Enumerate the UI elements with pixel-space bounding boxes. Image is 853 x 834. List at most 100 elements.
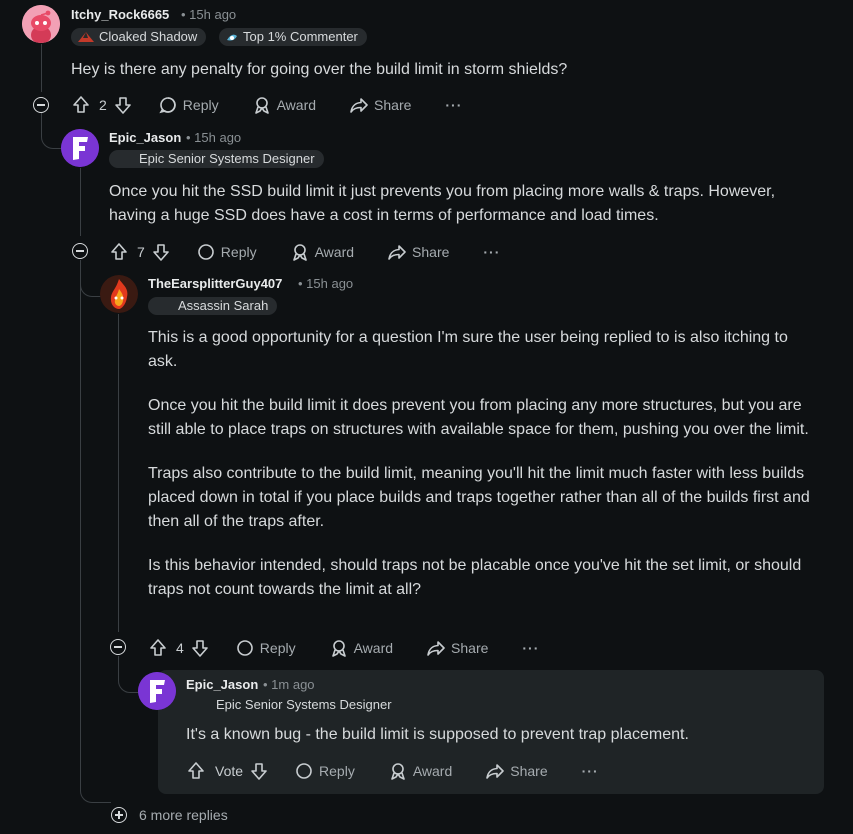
user-flair: Epic Senior Systems Designer xyxy=(109,150,324,168)
upvote-icon xyxy=(73,96,89,113)
more-replies-link[interactable]: 6 more replies xyxy=(139,807,228,823)
comment-timestamp[interactable]: • 15h ago xyxy=(186,130,241,145)
comment-timestamp[interactable]: • 15h ago xyxy=(298,276,353,291)
more-options-button[interactable]: ··· xyxy=(522,640,539,656)
thread-connector xyxy=(41,112,62,149)
share-button[interactable]: Share xyxy=(350,96,411,114)
vote-count: 7 xyxy=(137,244,145,260)
user-flair: Assassin Sarah xyxy=(148,297,278,315)
share-icon xyxy=(486,764,505,779)
reply-button[interactable]: Reply xyxy=(159,96,219,114)
award-button[interactable]: Award xyxy=(389,762,452,780)
award-icon xyxy=(391,763,405,780)
downvote-icon xyxy=(251,763,267,780)
reply-label: Reply xyxy=(220,244,257,260)
reply-icon xyxy=(236,640,253,656)
thread-line xyxy=(118,314,119,632)
badge-text: Top 1% Commenter xyxy=(243,29,358,44)
time-text: 15h ago xyxy=(306,276,354,291)
award-label: Award xyxy=(276,97,317,113)
reply-button[interactable]: Reply xyxy=(295,762,355,780)
time-text: 1m ago xyxy=(271,677,315,692)
hat-icon xyxy=(77,30,95,44)
comment-actions: 7 Reply Award Share ··· xyxy=(109,240,500,264)
vote-count: 2 xyxy=(99,97,107,113)
share-icon xyxy=(427,641,445,656)
reply-button[interactable]: Reply xyxy=(197,243,257,261)
downvote-button[interactable] xyxy=(151,242,171,262)
comment-author[interactable]: TheEarsplitterGuy407 xyxy=(148,276,282,291)
upvote-button[interactable] xyxy=(109,242,129,262)
vote-count: Vote xyxy=(215,763,244,779)
comment-actions: 2 Reply Award Share ··· xyxy=(71,93,462,117)
vote-count: 4 xyxy=(176,640,184,656)
downvote-button[interactable] xyxy=(113,95,133,115)
reply-label: Reply xyxy=(319,763,355,779)
downvote-icon xyxy=(152,244,169,261)
upvote-button[interactable] xyxy=(148,638,168,658)
avatar[interactable] xyxy=(100,275,138,313)
collapse-thread-button[interactable] xyxy=(72,243,88,259)
comment-timestamp[interactable]: • 1m ago xyxy=(263,677,315,692)
share-button[interactable]: Share xyxy=(486,762,548,780)
reply-icon xyxy=(197,244,214,260)
thread-line xyxy=(41,44,42,92)
comment-paragraph: It's a known bug - the build limit is su… xyxy=(186,726,689,743)
reply-button[interactable]: Reply xyxy=(236,639,296,657)
upvote-icon xyxy=(111,243,127,260)
share-label: Share xyxy=(412,244,450,260)
avatar[interactable] xyxy=(22,5,60,43)
share-icon xyxy=(350,98,368,113)
award-button[interactable]: Award xyxy=(330,639,393,657)
share-label: Share xyxy=(374,97,412,113)
collapse-thread-button[interactable] xyxy=(33,97,49,113)
fortnite-logo-icon xyxy=(138,672,176,710)
avatar[interactable] xyxy=(61,129,99,167)
time-text: 15h ago xyxy=(189,7,237,22)
downvote-icon xyxy=(114,97,131,114)
thread-connector xyxy=(80,780,111,803)
share-label: Share xyxy=(451,640,489,656)
comment-timestamp[interactable]: • 15h ago xyxy=(181,7,236,22)
comment-paragraph: Traps also contribute to the build limit… xyxy=(148,465,810,530)
upvote-button[interactable] xyxy=(186,761,206,781)
time-text: 15h ago xyxy=(194,130,242,145)
flair-text: Epic Senior Systems Designer xyxy=(139,151,315,166)
comment-body: Once you hit the SSD build limit it just… xyxy=(109,180,819,248)
comment-author[interactable]: Itchy_Rock6665 xyxy=(71,7,169,22)
more-options-button[interactable]: ··· xyxy=(582,763,599,779)
thread-connector xyxy=(80,260,101,297)
comment-author[interactable]: Epic_Jason xyxy=(186,677,258,692)
downvote-button[interactable] xyxy=(249,761,269,781)
flame-avatar-icon xyxy=(100,275,138,313)
comment-paragraph: Is this behavior intended, should traps … xyxy=(148,557,802,598)
flair-text: Epic Senior Systems Designer xyxy=(216,697,392,712)
more-options-button[interactable]: ··· xyxy=(483,244,500,260)
reply-icon xyxy=(296,763,312,779)
reply-icon xyxy=(159,97,176,114)
comment-actions: 4 Reply Award Share ··· xyxy=(148,636,539,660)
comment-author[interactable]: Epic_Jason xyxy=(109,130,181,145)
user-flair: Epic Senior Systems Designer xyxy=(216,697,392,712)
more-options-button[interactable]: ··· xyxy=(445,97,462,113)
collapse-thread-button[interactable] xyxy=(110,639,126,655)
avatar[interactable] xyxy=(138,672,176,710)
share-label: Share xyxy=(510,763,548,779)
award-button[interactable]: Award xyxy=(291,243,354,261)
snoo-avatar-icon xyxy=(22,5,60,43)
comment-body: This is a good opportunity for a questio… xyxy=(148,326,820,622)
comment-actions: Vote Reply Award Share ··· xyxy=(186,759,599,783)
award-button[interactable]: Award xyxy=(253,96,316,114)
downvote-button[interactable] xyxy=(190,638,210,658)
award-icon xyxy=(254,97,269,114)
thread-line xyxy=(80,168,81,236)
comment-paragraph: Hey is there any penalty for going over … xyxy=(71,61,568,78)
comment-paragraph: Once you hit the build limit it does pre… xyxy=(148,397,809,438)
reply-label: Reply xyxy=(259,640,296,656)
award-icon xyxy=(292,244,307,261)
share-button[interactable]: Share xyxy=(388,243,449,261)
expand-more-replies-icon[interactable] xyxy=(111,807,127,823)
thread-connector xyxy=(118,656,139,693)
share-button[interactable]: Share xyxy=(427,639,488,657)
upvote-button[interactable] xyxy=(71,95,91,115)
